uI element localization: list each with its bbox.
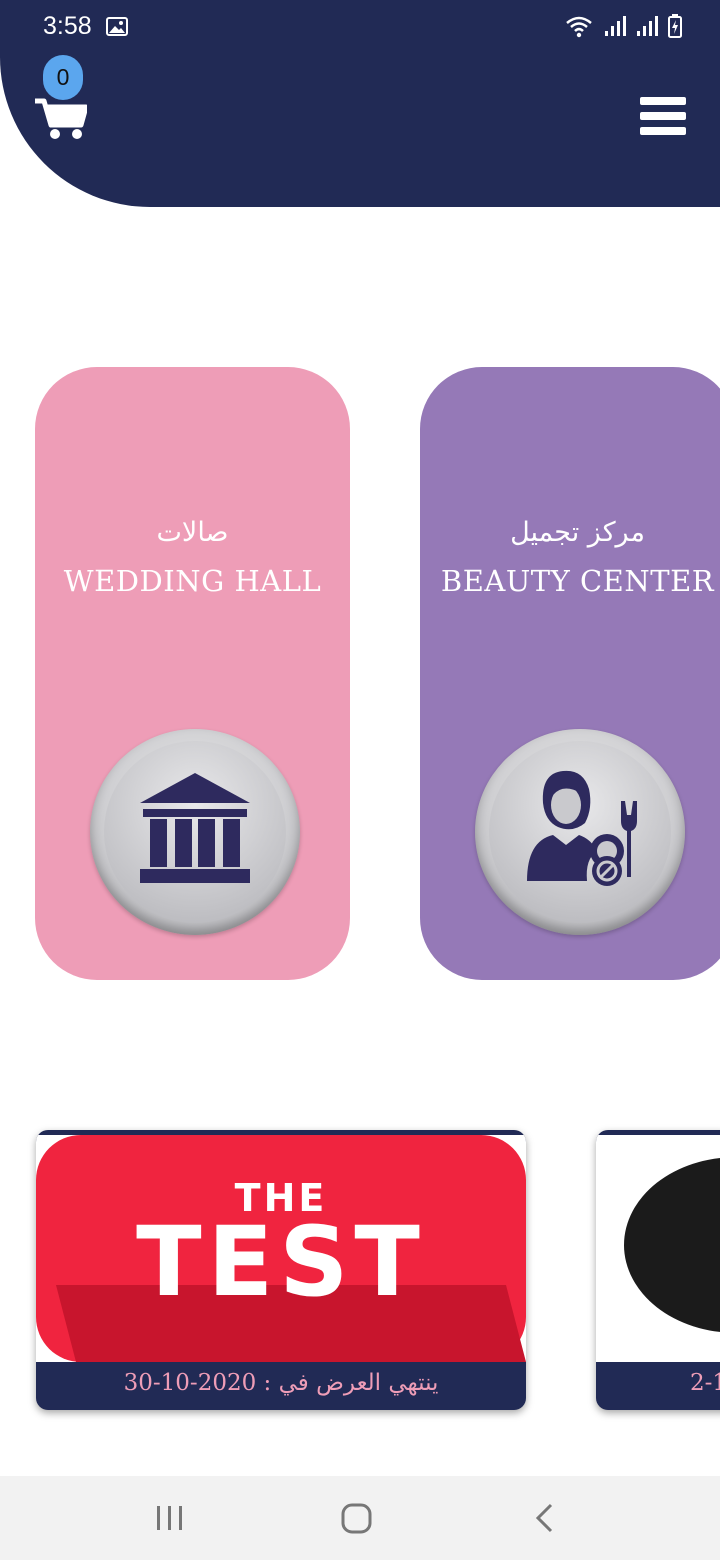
- category-card-wedding-hall[interactable]: صالات WEDDING HALL: [35, 367, 350, 980]
- offer-image: [596, 1135, 720, 1362]
- cart-icon[interactable]: [33, 95, 87, 140]
- header-bar: 3:58 0: [0, 0, 720, 207]
- wifi-icon: [566, 16, 592, 38]
- category-card-beauty-center[interactable]: مركز تجميل BEAUTY CENTER: [420, 367, 720, 980]
- status-time: 3:58: [43, 12, 92, 40]
- category-name-ar: صالات: [156, 517, 229, 548]
- offer-image: THE TEST: [36, 1135, 526, 1362]
- category-name-ar: مركز تجميل: [510, 517, 645, 548]
- status-icons: [564, 14, 682, 38]
- menu-icon[interactable]: [640, 97, 686, 135]
- offer-caption: ينتهي العرض في : 2020-10-30: [123, 1370, 439, 1396]
- category-name-en: BEAUTY CENTER: [440, 564, 715, 598]
- back-button[interactable]: [532, 1498, 556, 1538]
- offer-caption: 2-1: [690, 1370, 720, 1396]
- gallery-icon: [106, 17, 128, 36]
- recent-apps-button[interactable]: [155, 1498, 185, 1538]
- signal-icon: [637, 16, 658, 36]
- offer-card[interactable]: THE TEST ينتهي العرض في : 2020-10-30: [36, 1130, 526, 1410]
- offer-card[interactable]: 2-1: [596, 1130, 720, 1410]
- woman-makeup-icon: [527, 770, 637, 886]
- the-test-logo: THE TEST: [36, 1135, 526, 1362]
- cart-count-badge: 0: [43, 55, 83, 100]
- category-icon-circle: [90, 729, 300, 935]
- building-icon: [140, 773, 250, 883]
- home-button[interactable]: [340, 1498, 374, 1538]
- category-icon-circle: [475, 729, 685, 935]
- logo-text-main: TEST: [136, 1206, 426, 1318]
- signal-icon: [605, 16, 626, 36]
- battery-icon: [668, 14, 682, 38]
- system-nav-bar: [0, 1476, 720, 1560]
- category-name-en: WEDDING HALL: [63, 564, 322, 598]
